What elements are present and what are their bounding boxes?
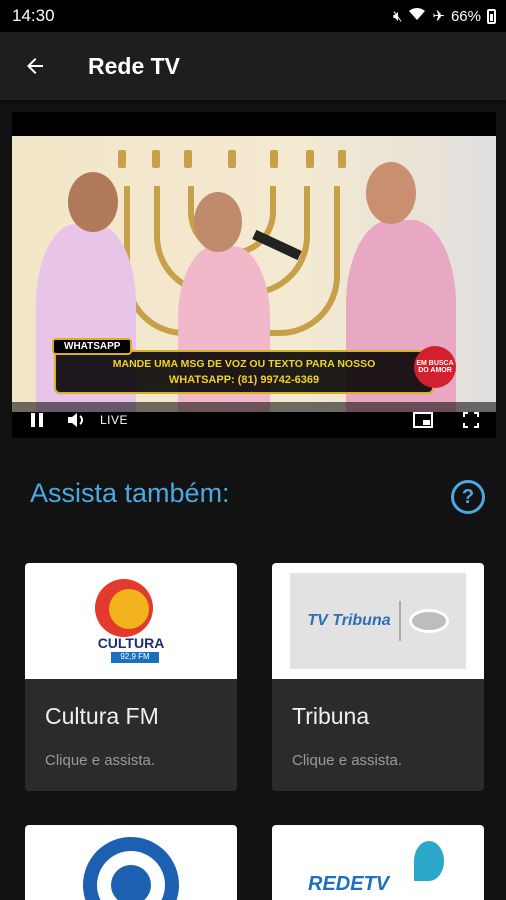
video-player[interactable]: MANDE UMA MSG DE VOZ OU TEXTO PARA NOSSO… xyxy=(12,112,496,438)
status-bar: 14:30 🔇︎ ✈ 66% xyxy=(0,0,506,32)
battery-percent: 66% xyxy=(450,7,481,25)
globo-logo xyxy=(83,837,179,900)
live-indicator: LIVE xyxy=(100,413,129,427)
pip-button[interactable] xyxy=(412,409,434,431)
globo-eye-icon xyxy=(408,609,449,633)
channel-card-tribuna[interactable]: TV Tribuna Tribuna Clique e assista. xyxy=(272,563,484,791)
channel-name: Cultura FM xyxy=(45,703,159,729)
status-icons: 🔇︎ ✈ 66% xyxy=(393,7,496,25)
arrow-left-icon xyxy=(27,58,43,74)
fullscreen-icon xyxy=(463,412,479,428)
player-controls: LIVE xyxy=(12,402,496,438)
picture-in-picture-icon xyxy=(413,412,433,428)
mute-icon: 🔇︎ xyxy=(392,7,403,25)
fullscreen-button[interactable] xyxy=(460,409,482,431)
channel-subtitle: Clique e assista. xyxy=(45,752,156,769)
redetv-logo: REDETV xyxy=(308,873,390,895)
ticker-line-2: WHATSAPP: (81) 99742-6369 xyxy=(168,374,320,386)
back-button[interactable] xyxy=(0,32,70,100)
status-time: 14:30 xyxy=(12,6,55,25)
page-title: Rede TV xyxy=(88,52,181,79)
channel-card-3[interactable] xyxy=(25,825,237,900)
cultura-logo: CULTURA 92,9 FM xyxy=(25,563,237,679)
pause-icon xyxy=(31,413,43,427)
section-title: Assista também: xyxy=(30,478,230,508)
volume-icon xyxy=(68,413,83,427)
help-icon[interactable]: ? xyxy=(451,480,485,514)
channel-card-cultura-fm[interactable]: CULTURA 92,9 FM Cultura FM Clique e assi… xyxy=(25,563,237,791)
wifi-icon xyxy=(408,7,426,25)
ticker-line-1: MANDE UMA MSG DE VOZ OU TEXTO PARA NOSSO xyxy=(112,358,376,370)
channel-subtitle: Clique e assista. xyxy=(292,752,403,769)
ticker-label: WHATSAPP xyxy=(52,338,133,355)
program-badge: EM BUSCA DO AMOR xyxy=(414,346,456,388)
app-bar: Rede TV xyxy=(0,32,506,100)
tribuna-logo: TV Tribuna xyxy=(272,563,484,679)
pause-button[interactable] xyxy=(26,409,48,431)
battery-icon xyxy=(487,8,496,24)
airplane-icon: ✈ xyxy=(432,8,445,25)
channel-name: Tribuna xyxy=(292,703,370,729)
volume-button[interactable] xyxy=(66,409,88,431)
ticker-banner: MANDE UMA MSG DE VOZ OU TEXTO PARA NOSSO… xyxy=(54,350,434,394)
channel-card-4[interactable]: REDETV xyxy=(272,825,484,900)
